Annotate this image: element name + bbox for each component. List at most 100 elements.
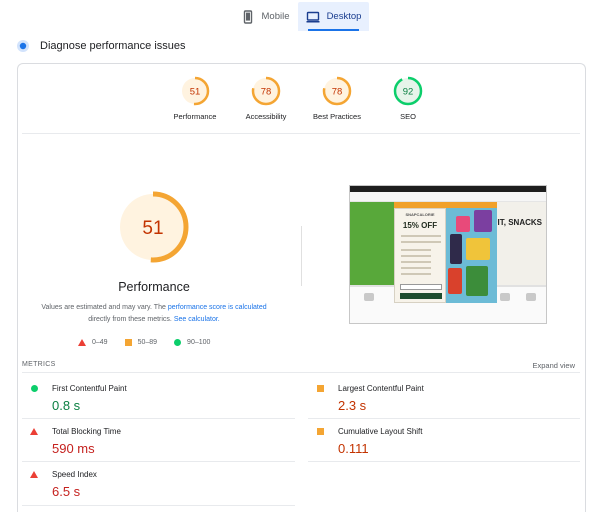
score-note: Values are estimated and may vary. The p… (36, 302, 272, 326)
thumb-icon (500, 293, 510, 301)
metric-rule (22, 418, 295, 419)
screenshot-nav (350, 192, 546, 202)
metric-status-icon (28, 427, 40, 435)
metric-value: 0.111 (338, 441, 369, 456)
modal-line (401, 267, 431, 269)
expand-view-button[interactable]: Expand view (532, 361, 575, 370)
legend-label: 90–100 (187, 338, 211, 346)
metric-value: 590 ms (52, 441, 95, 456)
modal-line (401, 261, 431, 263)
metric-value: 0.8 s (52, 398, 81, 413)
modal-brand: SNAPCALORIE (405, 212, 435, 217)
screenshot-products (446, 208, 497, 303)
metric-rule (22, 505, 295, 506)
legend-label: 0–49 (92, 338, 108, 346)
score-legend: 0–49 50–89 90–100 (78, 336, 227, 348)
modal-input (400, 284, 442, 290)
gauge-label: Best Practices (313, 112, 361, 121)
metric-value: 2.3 s (338, 398, 367, 413)
product-bottle (450, 234, 462, 264)
gauge-score: 51 (190, 87, 201, 98)
modal-line (401, 241, 441, 243)
legend-good: 90–100 (174, 338, 211, 346)
calculator-link[interactable]: See calculator. (174, 316, 220, 323)
device-tabs: Mobile Desktop (0, 0, 601, 31)
metric-speed-index: Speed Index 6.5 s (28, 468, 298, 499)
tab-mobile-label: Mobile (261, 11, 290, 22)
screenshot-hero-right (497, 202, 546, 285)
legend-average: 50–89 (124, 338, 158, 346)
product-bag (456, 216, 470, 232)
metric-largest-contentful-paint: Largest Contentful Paint 2.3 s (314, 382, 584, 413)
modal-line (401, 273, 431, 275)
gauge-best-practices[interactable]: 78 Best Practices (302, 76, 372, 121)
diagnose-icon (17, 40, 29, 52)
metric-rule (308, 461, 580, 462)
tab-desktop[interactable]: Desktop (298, 2, 369, 31)
section-heading: Diagnose performance issues (16, 37, 186, 55)
metric-cumulative-layout-shift: Cumulative Layout Shift 0.111 (314, 425, 584, 456)
vertical-divider (301, 226, 302, 286)
gauge-performance[interactable]: 51 Performance (160, 76, 230, 121)
performance-gauge: 51 (117, 191, 189, 263)
performance-title: Performance (118, 280, 190, 294)
thumb-icon (364, 293, 374, 301)
page-screenshot[interactable]: FRUIT, SNACKS SNAPCALORIE 15% OFF (349, 185, 547, 324)
circle-icon (174, 338, 182, 346)
note-text-2: directly from these metrics. (88, 316, 174, 323)
metric-name: First Contentful Paint (52, 383, 127, 393)
gauge-ring: 92 (393, 76, 423, 106)
gauge-label: Accessibility (245, 112, 287, 121)
product-bag (466, 266, 488, 296)
product-bag (448, 268, 462, 294)
gauge-ring: 78 (251, 76, 281, 106)
tab-mobile[interactable]: Mobile (232, 2, 298, 31)
modal-offer: 15% OFF (402, 221, 438, 230)
legend-poor: 0–49 (78, 338, 108, 346)
gauge-score: 92 (403, 87, 414, 98)
performance-score-link[interactable]: performance score is calculated (168, 304, 267, 311)
divider (22, 133, 580, 134)
phone-icon (243, 9, 252, 24)
tab-desktop-label: Desktop (326, 11, 362, 22)
metric-status-icon (314, 427, 326, 435)
gauge-score: 78 (332, 87, 343, 98)
legend-label: 50–89 (137, 338, 158, 346)
metric-first-contentful-paint: First Contentful Paint 0.8 s (28, 382, 298, 413)
thumb-icon (526, 293, 536, 301)
gauge-ring: 78 (322, 76, 352, 106)
metric-name: Total Blocking Time (52, 426, 121, 436)
metric-name: Largest Contentful Paint (338, 383, 424, 393)
category-gauges: 51 Performance 78 Accessibility 78 Best … (0, 76, 601, 126)
metrics-rule (22, 372, 580, 373)
gauge-label: SEO (400, 112, 416, 121)
metric-value: 6.5 s (52, 484, 81, 499)
metric-rule (22, 461, 295, 462)
note-text: Values are estimated and may vary. The (41, 304, 168, 311)
square-icon (124, 338, 132, 346)
screenshot-modal: SNAPCALORIE 15% OFF (394, 208, 446, 303)
modal-line (401, 235, 441, 237)
metric-name: Cumulative Layout Shift (338, 426, 423, 436)
metrics-title: METRICS (22, 361, 56, 368)
desktop-icon (306, 11, 320, 22)
performance-score: 51 (142, 218, 163, 239)
gauge-score: 78 (261, 87, 272, 98)
gauge-seo[interactable]: 92 SEO (373, 76, 443, 121)
gauge-accessibility[interactable]: 78 Accessibility (231, 76, 301, 121)
modal-line (401, 249, 431, 251)
metric-status-icon (28, 384, 40, 392)
gauge-label: Performance (173, 112, 217, 121)
modal-button (400, 293, 442, 299)
product-bag (466, 238, 490, 260)
gauge-ring: 51 (180, 76, 210, 106)
modal-line (401, 255, 431, 257)
screenshot-hero-left (350, 202, 394, 285)
metric-status-icon (314, 384, 326, 392)
section-title: Diagnose performance issues (40, 40, 186, 52)
triangle-icon (78, 338, 86, 346)
metric-status-icon (28, 470, 40, 478)
metric-rule (308, 418, 580, 419)
metric-name: Speed Index (52, 469, 97, 479)
metric-total-blocking-time: Total Blocking Time 590 ms (28, 425, 298, 456)
